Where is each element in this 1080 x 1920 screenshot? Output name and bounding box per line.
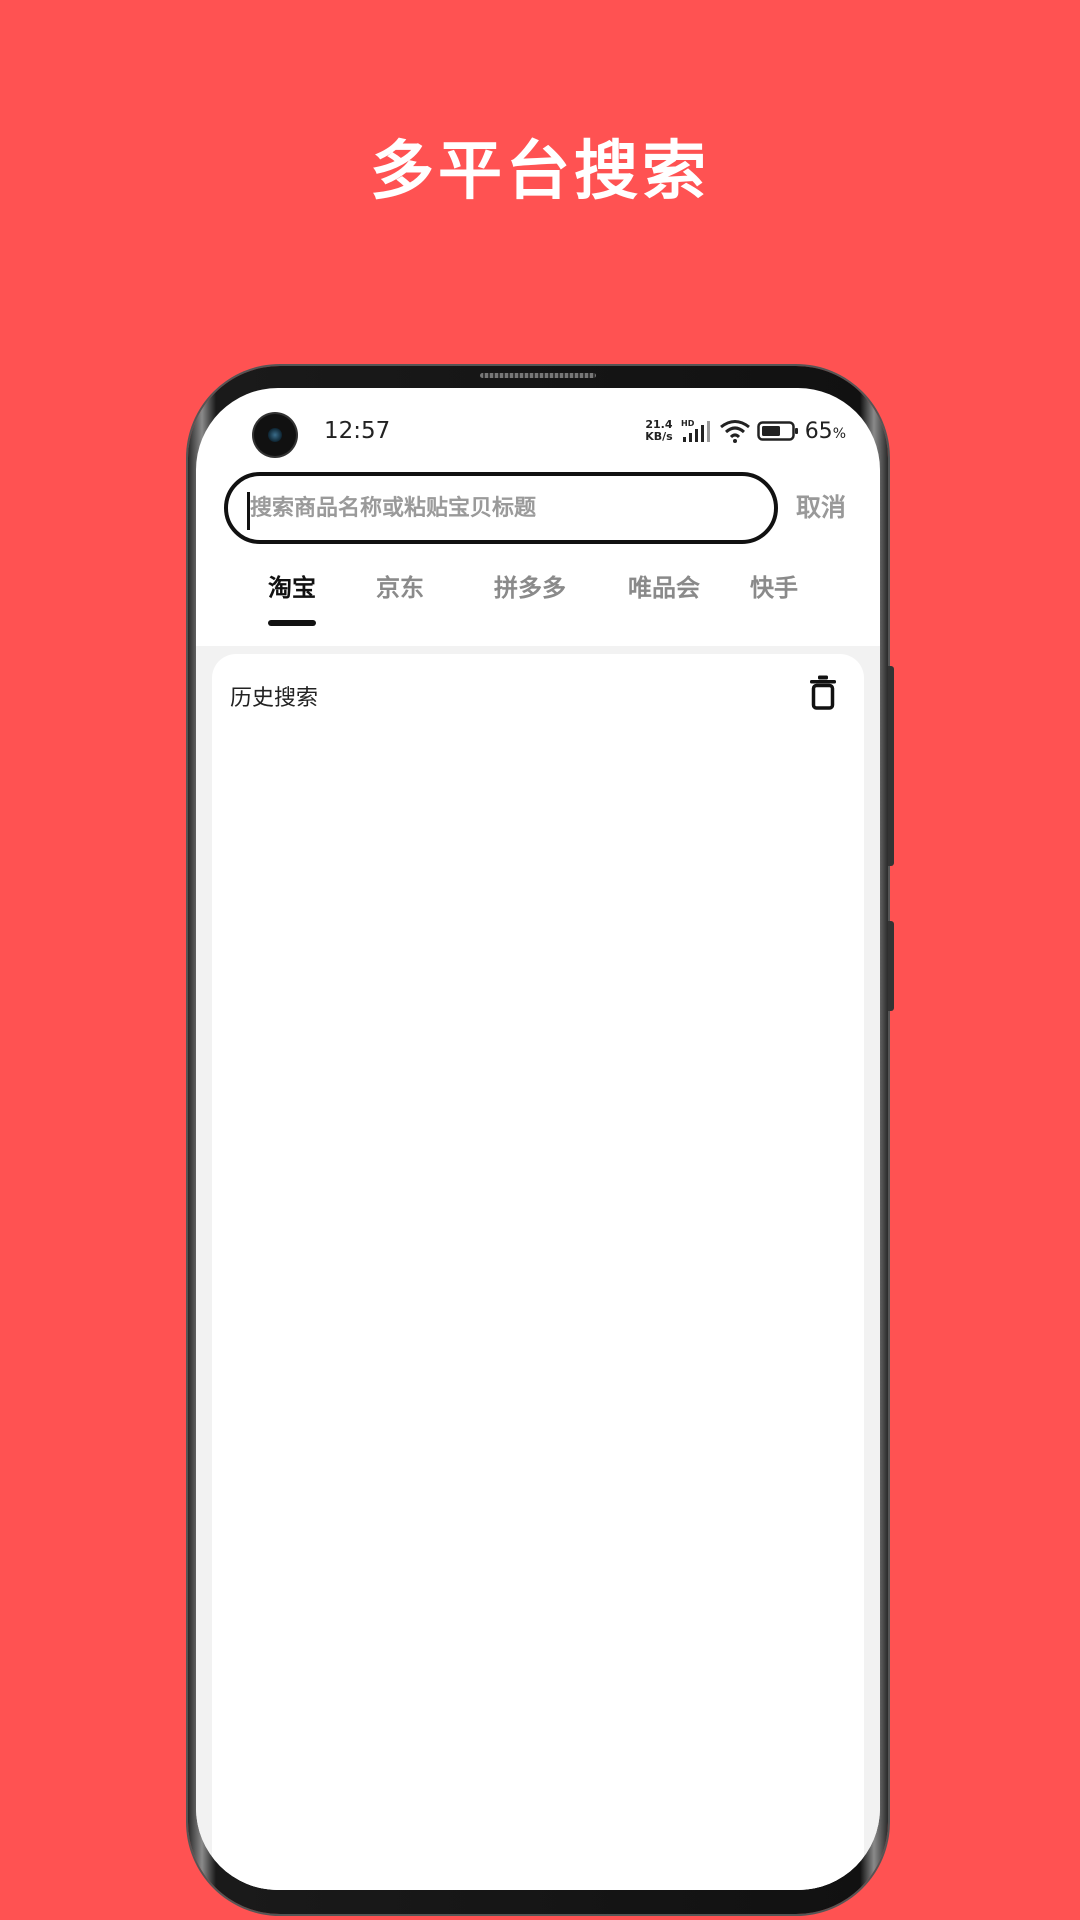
- promo-page: 多平台搜索 12:57 21.4 KB/s HD 65% 搜索商品名称或粘贴宝贝…: [0, 0, 1080, 1920]
- status-bar: 12:57 21.4 KB/s HD 65%: [196, 388, 880, 472]
- phone-speaker: [480, 373, 596, 378]
- search-input[interactable]: [250, 490, 750, 526]
- tab-kuaishou[interactable]: 快手: [750, 568, 798, 603]
- tab-jd[interactable]: 京东: [376, 568, 424, 603]
- promo-headline: 多平台搜索: [370, 135, 710, 209]
- net-speed-unit: KB/s: [645, 430, 673, 443]
- status-time: 12:57: [324, 418, 391, 444]
- tab-pinduoduo[interactable]: 拼多多: [494, 568, 566, 603]
- phone-mockup: 12:57 21.4 KB/s HD 65% 搜索商品名称或粘贴宝贝标题 取消 …: [188, 366, 894, 1914]
- search-row: 取消: [224, 472, 880, 544]
- tab-vipshop[interactable]: 唯品会: [628, 568, 700, 603]
- cancel-button[interactable]: 取消: [796, 488, 846, 524]
- signal-icon: HD: [681, 419, 710, 442]
- net-speed: 21.4 KB/s: [645, 419, 672, 443]
- search-box[interactable]: [224, 472, 778, 544]
- phone-side-button: [888, 921, 894, 1011]
- battery-value: 65: [804, 418, 833, 444]
- history-title: 历史搜索: [230, 686, 319, 711]
- battery-percent: 65%: [805, 419, 846, 444]
- wifi-icon: [719, 420, 750, 443]
- status-icons: 21.4 KB/s HD 65%: [645, 416, 846, 446]
- platform-tabs: 淘宝 京东 拼多多 唯品会 快手: [224, 568, 864, 628]
- phone-side-button: [888, 666, 894, 866]
- front-camera: [254, 414, 296, 456]
- phone-screen: 12:57 21.4 KB/s HD 65% 搜索商品名称或粘贴宝贝标题 取消 …: [196, 388, 880, 1890]
- history-section: 历史搜索: [212, 654, 864, 1890]
- trash-icon[interactable]: [808, 674, 838, 710]
- battery-unit: %: [832, 425, 846, 442]
- tab-taobao[interactable]: 淘宝: [268, 568, 316, 626]
- signal-label: HD: [681, 419, 695, 428]
- battery-icon: [756, 421, 798, 441]
